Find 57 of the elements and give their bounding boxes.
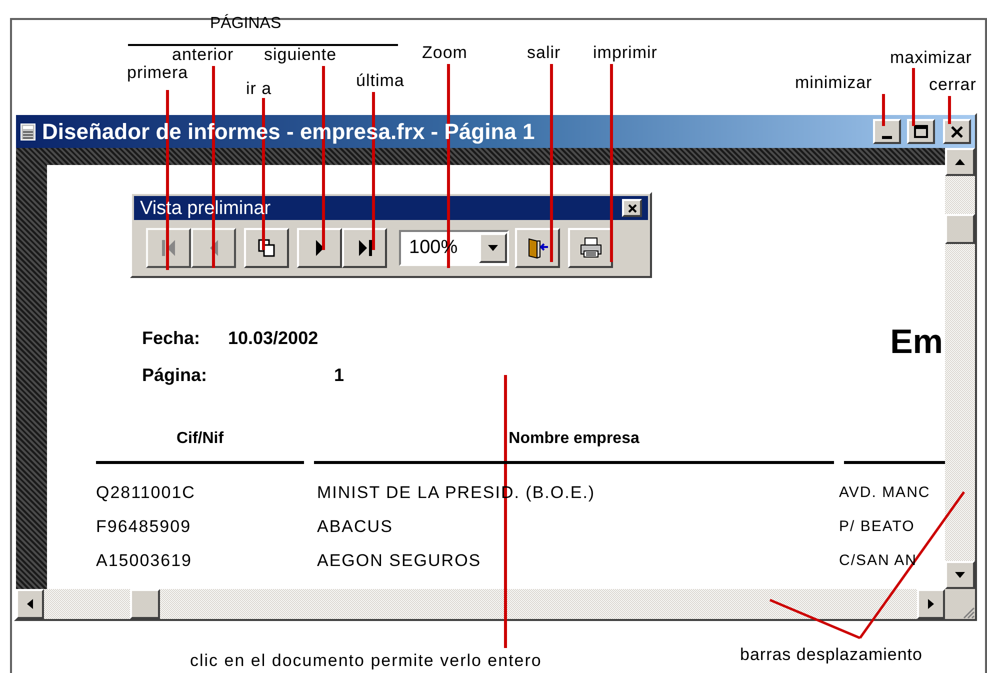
dropdown-button[interactable] xyxy=(479,233,507,263)
minimize-icon xyxy=(882,136,892,139)
exit-button[interactable] xyxy=(515,228,560,268)
leader-line xyxy=(882,94,885,126)
scroll-thumb[interactable] xyxy=(945,214,975,244)
close-icon xyxy=(628,204,636,212)
last-page-icon xyxy=(356,239,372,257)
scroll-up-button[interactable] xyxy=(945,148,975,176)
vertical-scrollbar[interactable] xyxy=(945,148,975,589)
last-button[interactable] xyxy=(342,228,387,268)
left-arrow-icon xyxy=(27,599,33,609)
resize-grip-icon xyxy=(961,605,975,619)
annotation-label: imprimir xyxy=(593,44,658,62)
up-arrow-icon xyxy=(955,159,965,165)
right-arrow-icon xyxy=(928,599,934,609)
close-button[interactable] xyxy=(622,199,642,217)
print-button[interactable] xyxy=(568,228,613,268)
page-number: 1 xyxy=(333,364,344,387)
leader-line xyxy=(948,96,951,124)
close-button[interactable] xyxy=(943,119,971,144)
annotation-label: barras desplazamiento xyxy=(740,644,922,666)
maximize-button[interactable] xyxy=(907,119,935,144)
table-cell-text: A15003619 xyxy=(96,550,193,572)
next-button[interactable] xyxy=(297,228,342,268)
table-cell-text: F96485909 xyxy=(96,516,192,538)
first-page-icon xyxy=(160,239,176,257)
printer-icon xyxy=(578,237,602,259)
table-cell-text: C/SAN AN xyxy=(839,551,918,571)
maximize-icon xyxy=(914,125,928,138)
annotation-label: primera xyxy=(127,64,188,82)
annotation-label: PÁGINAS xyxy=(210,13,282,34)
column-header: Nombre empresa xyxy=(314,427,834,464)
page-label: Página: xyxy=(142,364,208,387)
door-arrow-icon xyxy=(526,237,548,259)
minimize-button[interactable] xyxy=(873,119,901,144)
table-cell-text: P/ BEATO xyxy=(839,517,915,537)
table-cell-text: ABACUS xyxy=(317,516,394,538)
leader-line xyxy=(912,68,915,126)
horizontal-scrollbar[interactable] xyxy=(16,589,945,619)
scroll-left-button[interactable] xyxy=(16,589,44,619)
table-cell-text: Q2811001C xyxy=(96,482,196,504)
next-arrow-icon xyxy=(314,239,324,257)
table-cell-text: AVD. MANC xyxy=(839,483,930,503)
down-arrow-icon xyxy=(955,572,965,578)
table-cell-text: AEGON SEGUROS xyxy=(317,550,482,572)
scroll-down-button[interactable] xyxy=(945,561,975,589)
close-icon xyxy=(951,126,963,138)
column-header: Cif/Nif xyxy=(96,427,304,464)
date-value: 10.03/2002 xyxy=(228,327,320,350)
goto-button[interactable] xyxy=(244,228,289,268)
annotation-label: siguiente xyxy=(264,46,337,64)
annotation-label: clic en el documento permite verlo entero xyxy=(190,650,542,672)
date-label: Fecha: xyxy=(142,327,202,350)
scroll-right-button[interactable] xyxy=(917,589,945,619)
caret-icon xyxy=(488,245,498,251)
report-title: Em xyxy=(890,325,944,363)
scroll-thumb[interactable] xyxy=(130,589,160,619)
